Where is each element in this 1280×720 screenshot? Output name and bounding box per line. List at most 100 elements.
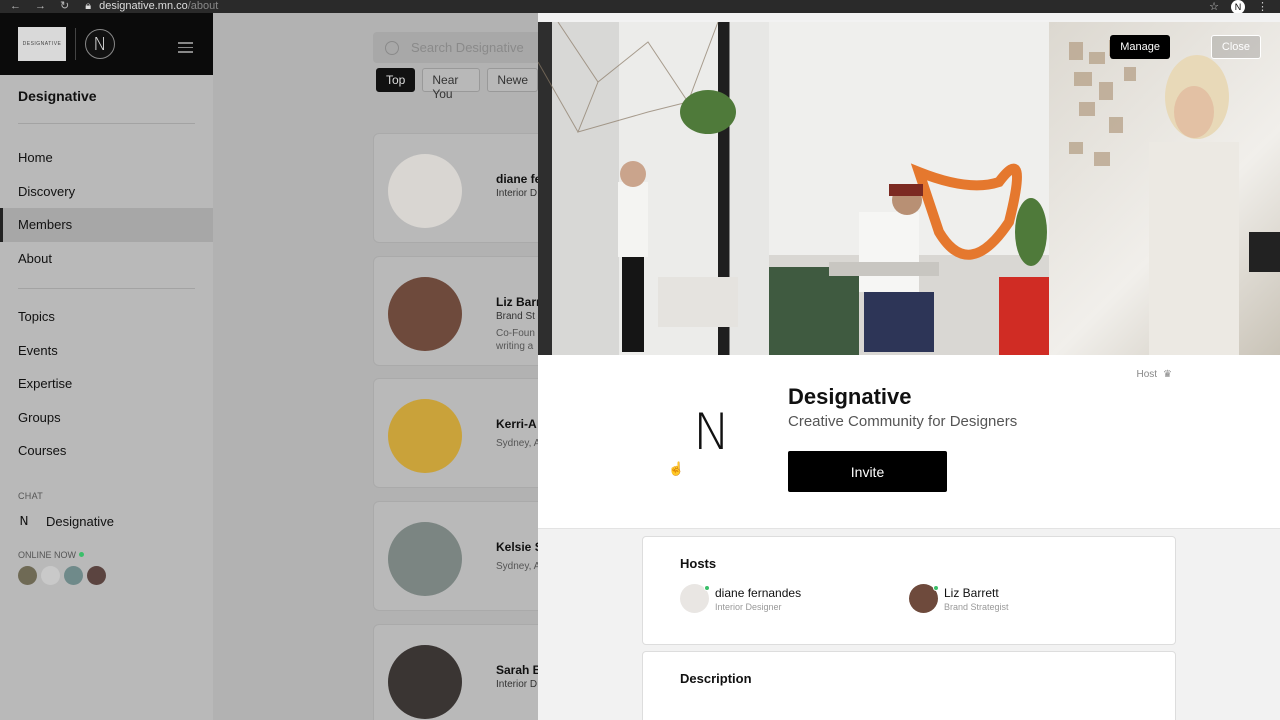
online-now-text: ONLINE NOW <box>18 549 77 560</box>
member-card[interactable]: diane fe Interior D <box>373 133 538 243</box>
online-member-avatar[interactable] <box>41 565 60 585</box>
online-member-avatar[interactable] <box>64 565 83 585</box>
member-description: Co-Foun writing a <box>496 328 535 352</box>
member-name[interactable]: Liz Barr <box>496 295 538 309</box>
online-status-icon <box>704 585 710 591</box>
member-card[interactable]: Sarah B Interior D <box>373 624 538 720</box>
sidebar-item-label: About <box>18 250 52 266</box>
brand-logo-text: DESIGNATIVE <box>22 41 62 47</box>
sidebar-item-label: Courses <box>18 443 67 459</box>
mouse-cursor-icon: ☝ <box>668 461 685 476</box>
filter-tab-newe[interactable]: Newe <box>487 68 538 92</box>
member-description: Sydney, A <box>496 561 538 572</box>
member-avatar[interactable] <box>388 277 462 351</box>
host-avatar[interactable] <box>680 584 710 613</box>
search-placeholder: Search Designative <box>411 40 524 55</box>
online-now-label: ONLINE NOW <box>0 529 213 560</box>
online-member-avatar[interactable] <box>87 565 106 585</box>
community-header: Host ♛ N ☝ Designative Creative Communit… <box>538 355 1280 529</box>
browser-menu-icon[interactable]: ⋮ <box>1257 0 1268 13</box>
member-avatar[interactable] <box>388 399 462 473</box>
hosts-section: Hosts diane fernandes Interior Designer Li… <box>642 536 1176 645</box>
reload-icon[interactable]: ↻ <box>60 0 69 13</box>
member-role: Interior D <box>496 679 538 690</box>
primary-nav: Home Discovery Members About <box>0 141 213 275</box>
filter-tab-near-you[interactable]: Near You <box>422 68 481 101</box>
bookmark-star-icon[interactable]: ☆ <box>1209 0 1219 13</box>
member-card[interactable]: Kelsie S Sydney, A <box>373 501 538 611</box>
host-item[interactable]: diane fernandes Interior Designer <box>680 584 909 613</box>
online-avatars <box>0 560 213 585</box>
cover-photo-2 <box>769 22 1049 355</box>
sidebar-item-discovery[interactable]: Discovery <box>0 175 213 209</box>
filter-tab-top[interactable]: Top <box>376 68 416 92</box>
host-avatar[interactable] <box>909 584 939 613</box>
host-role: Brand Strategist <box>944 601 1009 612</box>
hosts-heading: Hosts <box>680 556 717 571</box>
forward-icon[interactable]: → <box>35 0 46 13</box>
profile-avatar[interactable]: N <box>1231 0 1245 13</box>
sidebar-item-home[interactable]: Home <box>0 141 213 175</box>
host-name[interactable]: Liz Barrett <box>944 586 1009 600</box>
filter-tabs: Top Near You Newe <box>376 68 538 101</box>
host-name[interactable]: diane fernandes <box>715 586 801 600</box>
community-about-panel: Manage Close Host ♛ N ☝ Designative Crea… <box>538 13 1280 720</box>
member-card[interactable]: Liz Barr Brand St Co-Foun writing a <box>373 256 538 366</box>
divider <box>18 288 195 289</box>
online-status-icon <box>933 585 939 591</box>
community-name: Designative <box>18 88 97 104</box>
cover-photo-3 <box>1049 22 1280 355</box>
member-role: Brand St <box>496 311 535 322</box>
member-card[interactable]: Kerri-A Sydney, A <box>373 378 538 488</box>
chat-item-icon: N <box>19 514 29 528</box>
brand-logo[interactable]: DESIGNATIVE <box>18 27 66 61</box>
manage-button[interactable]: Manage <box>1110 35 1170 59</box>
sidebar-item-label: Topics <box>18 309 55 325</box>
host-indicator: Host ♛ <box>1136 369 1172 380</box>
crown-icon: ♛ <box>1163 369 1172 380</box>
online-member-avatar[interactable] <box>18 565 37 585</box>
member-role: Interior D <box>496 188 538 199</box>
member-name[interactable]: diane fe <box>496 172 538 186</box>
host-role: Interior Designer <box>715 601 782 612</box>
chat-label: CHAT <box>18 490 44 501</box>
host-item[interactable]: Liz Barrett Brand Strategist <box>909 584 1138 613</box>
cover-photo-1 <box>538 22 769 355</box>
host-label: Host <box>1136 369 1158 380</box>
sidebar-item-members[interactable]: Members <box>0 208 213 242</box>
sidebar-item-groups[interactable]: Groups <box>0 401 213 435</box>
sidebar-item-label: Members <box>18 217 73 233</box>
sidebar-item-label: Groups <box>18 409 61 425</box>
member-name[interactable]: Kelsie S <box>496 540 538 554</box>
chat-item-designative[interactable]: N Designative <box>0 501 213 529</box>
community-logo: N <box>693 403 731 461</box>
members-directory: Search Designative Top Near You Newe diane… <box>213 13 538 720</box>
description-heading: Description <box>680 671 752 686</box>
sidebar-item-expertise[interactable]: Expertise <box>0 367 213 401</box>
cover-photo-collage <box>538 22 1280 355</box>
invite-button[interactable]: Invite <box>788 451 947 492</box>
member-name[interactable]: Sarah B <box>496 663 538 677</box>
sidebar: DESIGNATIVE N Designative Home Discovery M… <box>0 13 213 720</box>
member-avatar[interactable] <box>388 645 462 719</box>
sidebar-header: DESIGNATIVE N <box>0 13 213 75</box>
close-button[interactable]: Close <box>1210 35 1261 59</box>
search-input[interactable]: Search Designative <box>373 32 538 63</box>
divider <box>18 123 195 124</box>
back-icon[interactable]: ← <box>10 0 21 13</box>
sidebar-item-topics[interactable]: Topics <box>0 300 213 334</box>
browser-nav: ← → ↻ <box>10 0 69 13</box>
network-badge[interactable]: N <box>85 29 115 59</box>
lock-icon: 🔒︎ <box>85 0 92 12</box>
member-description: Sydney, A <box>496 438 538 449</box>
sidebar-item-courses[interactable]: Courses <box>0 434 213 468</box>
member-avatar[interactable] <box>388 522 462 596</box>
hamburger-menu-icon[interactable] <box>178 42 193 56</box>
address-bar[interactable]: 🔒︎ designative.mn.co/about <box>85 0 218 13</box>
member-avatar[interactable] <box>388 154 462 228</box>
browser-toolbar: ← → ↻ 🔒︎ designative.mn.co/about ☆ N ⋮ <box>0 0 1280 13</box>
member-name[interactable]: Kerri-A <box>496 417 537 431</box>
sidebar-item-events[interactable]: Events <box>0 334 213 368</box>
sidebar-item-about[interactable]: About <box>0 242 213 276</box>
online-dot-icon <box>79 552 85 557</box>
